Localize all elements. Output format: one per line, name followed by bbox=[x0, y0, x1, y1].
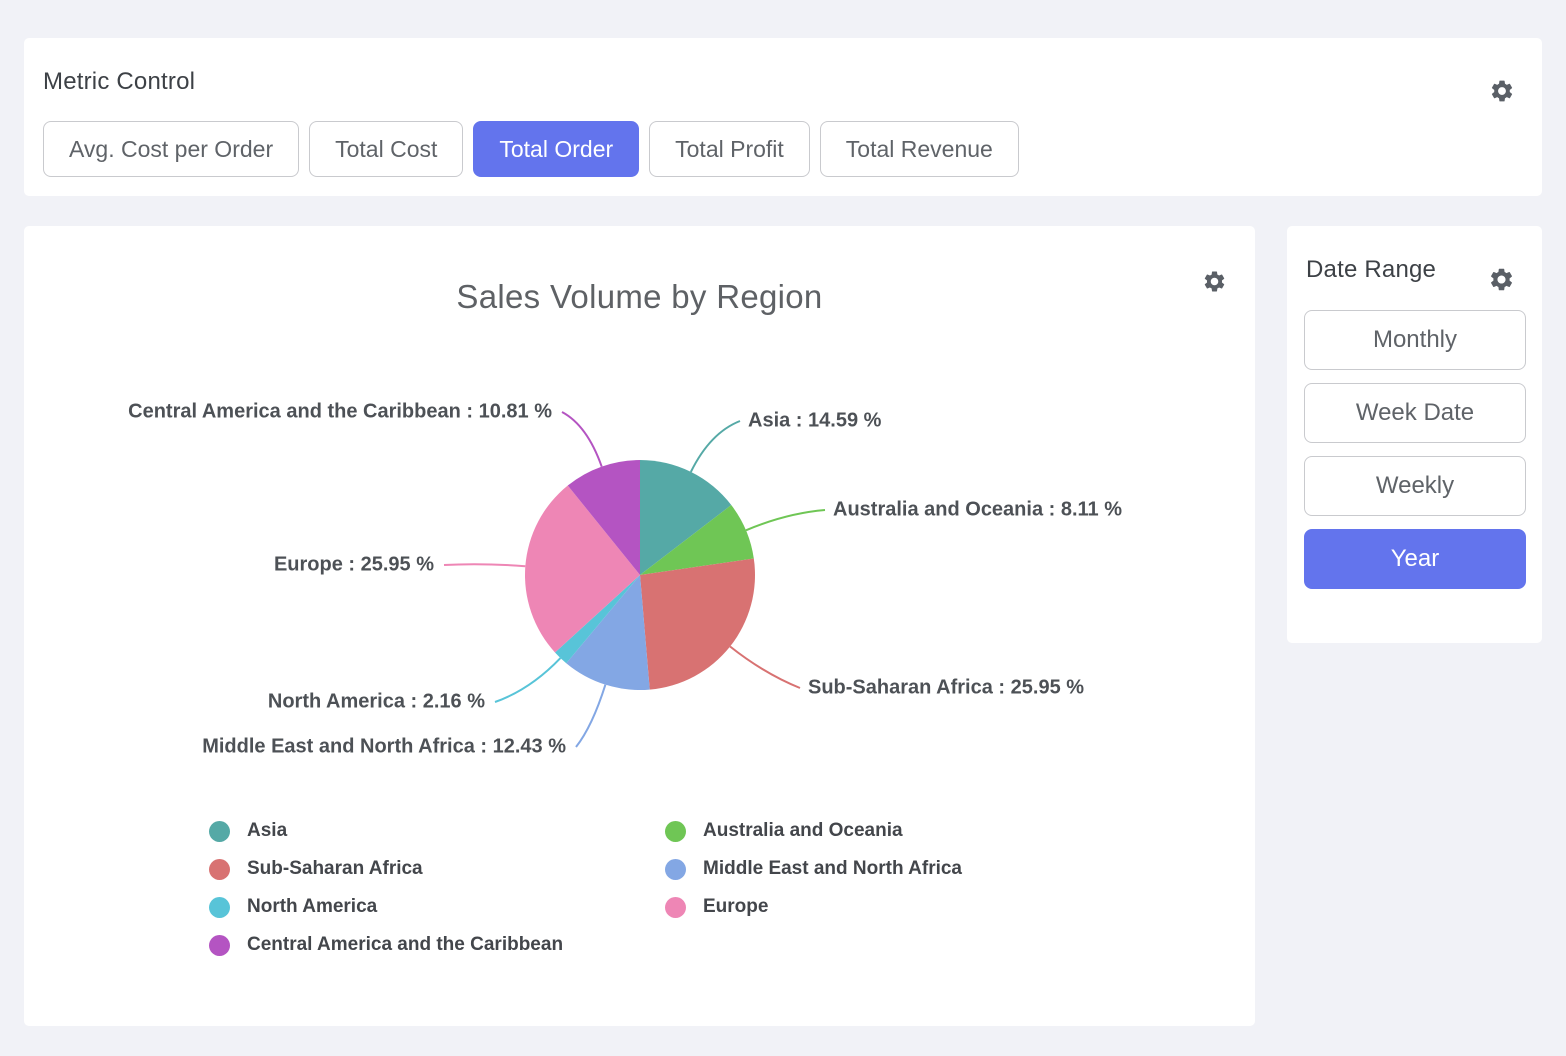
legend-item-europe[interactable]: Europe bbox=[665, 888, 962, 926]
legend-item-middle-east-and-north-africa[interactable]: Middle East and North Africa bbox=[665, 850, 962, 888]
legend-label: Central America and the Caribbean bbox=[247, 934, 563, 956]
sales-volume-chart-panel: Sales Volume by Region Asia : 14.59 %Aus… bbox=[24, 226, 1255, 1026]
legend-dot-australia-and-oceania bbox=[665, 821, 686, 842]
settings-gear-icon[interactable] bbox=[1488, 266, 1515, 293]
date-range-button-week-date[interactable]: Week Date bbox=[1304, 383, 1526, 443]
pie-label-europe: Europe : 25.95 % bbox=[274, 554, 434, 577]
legend-dot-north-america bbox=[209, 897, 230, 918]
dashboard-page: Metric Control Avg. Cost per OrderTotal … bbox=[0, 0, 1566, 1056]
pie-label-line-north-america bbox=[495, 658, 560, 702]
date-range-button-monthly[interactable]: Monthly bbox=[1304, 310, 1526, 370]
pie-label-line-europe bbox=[444, 564, 525, 566]
date-range-panel: Date Range Monthly Week Date Weekly Year bbox=[1287, 226, 1542, 643]
pie-label-line-asia bbox=[691, 421, 740, 472]
legend-item-australia-and-oceania[interactable]: Australia and Oceania bbox=[665, 812, 962, 850]
pie-label-line-middle-east-and-north-africa bbox=[576, 685, 605, 747]
date-range-button-year[interactable]: Year bbox=[1304, 529, 1526, 589]
metric-button-total-order[interactable]: Total Order bbox=[473, 121, 639, 177]
date-range-title: Date Range bbox=[1306, 256, 1436, 284]
pie-label-line-sub-saharan-africa bbox=[730, 646, 800, 688]
legend-item-north-america[interactable]: North America bbox=[209, 888, 563, 926]
legend-item-central-america-and-the-caribbean[interactable]: Central America and the Caribbean bbox=[209, 926, 563, 964]
pie-label-middle-east-and-north-africa: Middle East and North Africa : 12.43 % bbox=[202, 736, 566, 759]
legend-column-1: Asia Sub-Saharan Africa North America Centr… bbox=[209, 812, 563, 964]
gear-icon bbox=[1488, 266, 1515, 293]
pie-label-line-central-america-and-the-caribbean bbox=[562, 412, 602, 467]
pie-slice-sub-saharan-africa[interactable] bbox=[640, 558, 755, 689]
legend-label: Middle East and North Africa bbox=[703, 858, 962, 880]
legend-item-asia[interactable]: Asia bbox=[209, 812, 563, 850]
legend-dot-middle-east-and-north-africa bbox=[665, 859, 686, 880]
legend-dot-sub-saharan-africa bbox=[209, 859, 230, 880]
pie-label-australia-and-oceania: Australia and Oceania : 8.11 % bbox=[833, 499, 1122, 522]
date-range-button-weekly[interactable]: Weekly bbox=[1304, 456, 1526, 516]
metric-button-avg-cost-per-order[interactable]: Avg. Cost per Order bbox=[43, 121, 299, 177]
date-range-button-group: Monthly Week Date Weekly Year bbox=[1304, 310, 1526, 589]
legend-label: Asia bbox=[247, 820, 287, 842]
settings-gear-icon[interactable] bbox=[1489, 78, 1515, 104]
legend-dot-central-america-and-the-caribbean bbox=[209, 935, 230, 956]
metric-button-total-cost[interactable]: Total Cost bbox=[309, 121, 463, 177]
pie-label-central-america-and-the-caribbean: Central America and the Caribbean : 10.8… bbox=[128, 401, 552, 424]
metric-control-panel: Metric Control Avg. Cost per OrderTotal … bbox=[24, 38, 1542, 196]
pie-label-asia: Asia : 14.59 % bbox=[748, 410, 881, 433]
legend-item-sub-saharan-africa[interactable]: Sub-Saharan Africa bbox=[209, 850, 563, 888]
metric-button-group: Avg. Cost per OrderTotal CostTotal Order… bbox=[43, 121, 1019, 177]
legend-label: Australia and Oceania bbox=[703, 820, 903, 842]
metric-button-total-revenue[interactable]: Total Revenue bbox=[820, 121, 1019, 177]
legend-label: Sub-Saharan Africa bbox=[247, 858, 423, 880]
legend-column-2: Australia and Oceania Middle East and Nor… bbox=[665, 812, 962, 926]
gear-icon bbox=[1489, 78, 1515, 104]
pie-label-north-america: North America : 2.16 % bbox=[268, 691, 485, 714]
legend-label: North America bbox=[247, 896, 377, 918]
pie-label-sub-saharan-africa: Sub-Saharan Africa : 25.95 % bbox=[808, 677, 1084, 700]
pie-label-line-australia-and-oceania bbox=[746, 510, 825, 530]
legend-dot-europe bbox=[665, 897, 686, 918]
metric-control-title: Metric Control bbox=[43, 68, 195, 96]
legend-dot-asia bbox=[209, 821, 230, 842]
metric-button-total-profit[interactable]: Total Profit bbox=[649, 121, 810, 177]
legend-label: Europe bbox=[703, 896, 768, 918]
